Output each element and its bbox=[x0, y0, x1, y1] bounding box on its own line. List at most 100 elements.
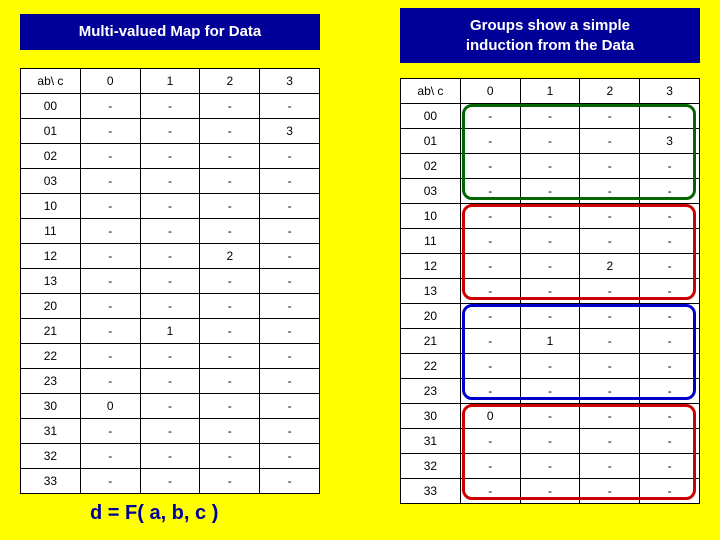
map-cell: - bbox=[640, 404, 700, 429]
row-label: 10 bbox=[401, 204, 461, 229]
row-label: 02 bbox=[21, 144, 81, 169]
row-label: 32 bbox=[401, 454, 461, 479]
row-label: 00 bbox=[21, 94, 81, 119]
map-cell: - bbox=[520, 104, 580, 129]
map-cell: - bbox=[80, 319, 140, 344]
map-cell: - bbox=[80, 344, 140, 369]
map-cell: - bbox=[580, 179, 640, 204]
map-cell: - bbox=[140, 219, 200, 244]
map-cell: - bbox=[640, 454, 700, 479]
map-cell: - bbox=[200, 219, 260, 244]
map-cell: - bbox=[200, 194, 260, 219]
map-cell: - bbox=[640, 229, 700, 254]
row-label: 30 bbox=[401, 404, 461, 429]
map-cell: - bbox=[580, 229, 640, 254]
row-label: 33 bbox=[21, 469, 81, 494]
map-cell: - bbox=[460, 279, 520, 304]
row-label: 21 bbox=[21, 319, 81, 344]
map-cell: - bbox=[520, 304, 580, 329]
col-header: 0 bbox=[460, 79, 520, 104]
map-cell: - bbox=[140, 194, 200, 219]
map-cell: - bbox=[580, 129, 640, 154]
map-cell: - bbox=[520, 129, 580, 154]
title-left-text: Multi-valued Map for Data bbox=[79, 23, 262, 40]
map-cell: - bbox=[260, 219, 320, 244]
map-cell: - bbox=[200, 269, 260, 294]
kmap-table-left: ab\ c012300----01---302----03----10----1… bbox=[20, 68, 320, 494]
map-cell: - bbox=[460, 154, 520, 179]
kmap-grid-left: ab\ c012300----01---302----03----10----1… bbox=[20, 68, 320, 494]
map-cell: - bbox=[80, 144, 140, 169]
map-cell: - bbox=[80, 369, 140, 394]
row-label: 22 bbox=[401, 354, 461, 379]
row-label: 03 bbox=[401, 179, 461, 204]
row-label: 12 bbox=[21, 244, 81, 269]
map-cell: - bbox=[520, 279, 580, 304]
map-cell: - bbox=[520, 379, 580, 404]
map-cell: - bbox=[460, 379, 520, 404]
row-label: 12 bbox=[401, 254, 461, 279]
title-right-line2: induction from the Data bbox=[466, 37, 634, 54]
col-header: 3 bbox=[640, 79, 700, 104]
map-cell: - bbox=[640, 329, 700, 354]
map-cell: - bbox=[260, 94, 320, 119]
map-cell: - bbox=[260, 169, 320, 194]
map-cell: - bbox=[260, 444, 320, 469]
map-cell: - bbox=[80, 419, 140, 444]
map-cell: - bbox=[580, 304, 640, 329]
row-label: 23 bbox=[401, 379, 461, 404]
row-label: 32 bbox=[21, 444, 81, 469]
map-cell: - bbox=[520, 429, 580, 454]
map-cell: - bbox=[200, 294, 260, 319]
row-label: 30 bbox=[21, 394, 81, 419]
title-right-line1: Groups show a simple bbox=[470, 17, 630, 34]
row-label: 11 bbox=[21, 219, 81, 244]
map-cell: - bbox=[580, 479, 640, 504]
map-cell: - bbox=[80, 444, 140, 469]
map-cell: - bbox=[640, 304, 700, 329]
row-col-header: ab\ c bbox=[401, 79, 461, 104]
map-cell: - bbox=[260, 419, 320, 444]
map-cell: - bbox=[140, 294, 200, 319]
map-cell: - bbox=[580, 379, 640, 404]
map-cell: - bbox=[520, 229, 580, 254]
map-cell: - bbox=[640, 479, 700, 504]
map-cell: - bbox=[640, 429, 700, 454]
map-cell: - bbox=[140, 144, 200, 169]
output-formula: d = F( a, b, c ) bbox=[90, 502, 218, 525]
map-cell: 3 bbox=[260, 119, 320, 144]
row-label: 33 bbox=[401, 479, 461, 504]
col-header: 0 bbox=[80, 69, 140, 94]
map-cell: - bbox=[580, 329, 640, 354]
map-cell: 0 bbox=[80, 394, 140, 419]
map-cell: - bbox=[200, 169, 260, 194]
row-label: 20 bbox=[401, 304, 461, 329]
map-cell: - bbox=[200, 469, 260, 494]
row-label: 11 bbox=[401, 229, 461, 254]
map-cell: - bbox=[640, 379, 700, 404]
map-cell: - bbox=[580, 204, 640, 229]
map-cell: - bbox=[520, 404, 580, 429]
row-col-header: ab\ c bbox=[21, 69, 81, 94]
map-cell: - bbox=[460, 479, 520, 504]
col-header: 1 bbox=[520, 79, 580, 104]
map-cell: - bbox=[200, 419, 260, 444]
row-label: 01 bbox=[21, 119, 81, 144]
map-cell: - bbox=[80, 94, 140, 119]
map-cell: - bbox=[260, 194, 320, 219]
map-cell: - bbox=[460, 304, 520, 329]
map-cell: - bbox=[580, 354, 640, 379]
map-cell: - bbox=[200, 119, 260, 144]
map-cell: - bbox=[200, 444, 260, 469]
map-cell: - bbox=[640, 279, 700, 304]
map-cell: - bbox=[460, 329, 520, 354]
row-label: 20 bbox=[21, 294, 81, 319]
map-cell: - bbox=[200, 369, 260, 394]
map-cell: - bbox=[140, 469, 200, 494]
map-cell: - bbox=[260, 319, 320, 344]
map-cell: - bbox=[140, 419, 200, 444]
map-cell: - bbox=[80, 244, 140, 269]
map-cell: - bbox=[260, 344, 320, 369]
map-cell: - bbox=[200, 94, 260, 119]
kmap-table-right: ab\ c012300----01---302----03----10----1… bbox=[400, 78, 700, 504]
